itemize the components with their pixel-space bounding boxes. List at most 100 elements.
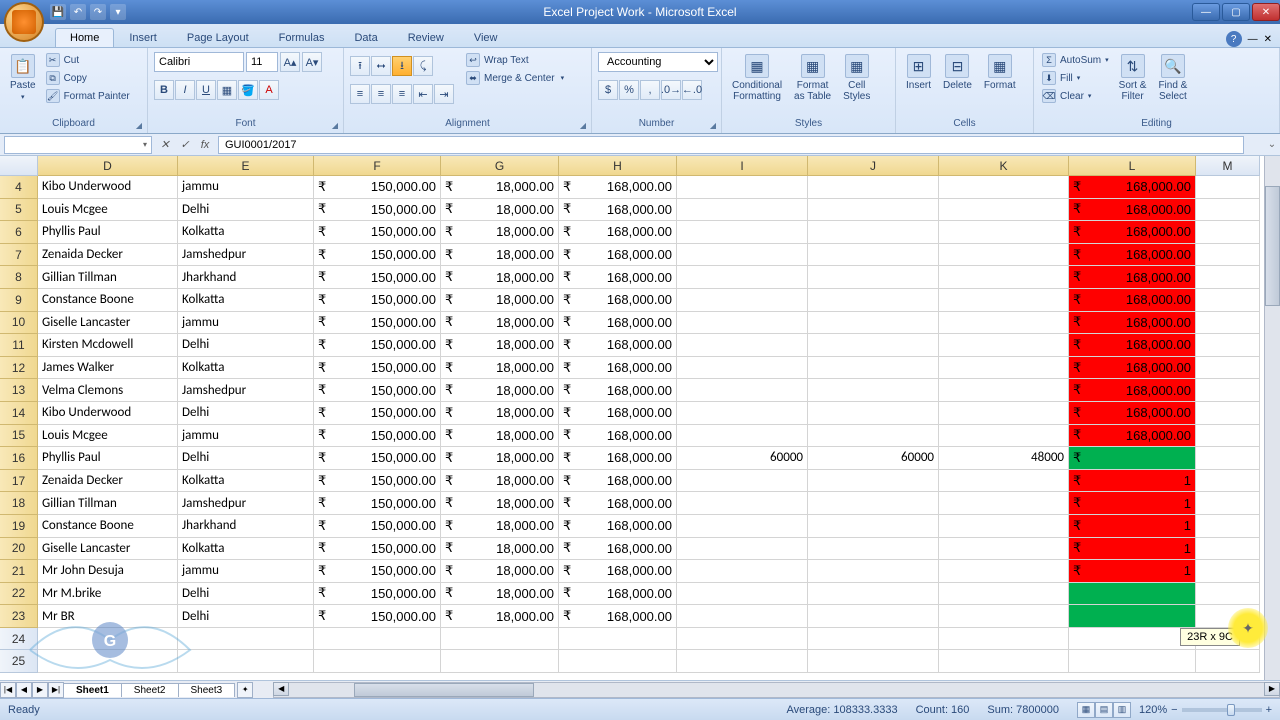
column-header-G[interactable]: G [441, 156, 559, 176]
zoom-out-button[interactable]: − [1171, 704, 1177, 716]
cell[interactable]: ₹150,000.00 [314, 289, 441, 312]
page-break-view-button[interactable]: ▥ [1113, 702, 1131, 718]
maximize-button[interactable]: ▢ [1222, 3, 1250, 21]
vertical-scrollbar[interactable] [1264, 156, 1280, 680]
office-button[interactable] [4, 2, 44, 42]
cell[interactable]: ₹168,000.00 [1069, 266, 1196, 289]
cell[interactable] [314, 650, 441, 673]
cell[interactable] [677, 628, 808, 651]
row-header[interactable]: 11 [0, 334, 38, 357]
cell[interactable]: ₹18,000.00 [441, 425, 559, 448]
cell[interactable] [1196, 470, 1260, 493]
cell[interactable] [1069, 605, 1196, 628]
cell[interactable]: ₹168,000.00 [1069, 176, 1196, 199]
cell[interactable]: Kolkatta [178, 357, 314, 380]
scroll-thumb[interactable] [354, 683, 534, 697]
cell[interactable]: ₹18,000.00 [441, 379, 559, 402]
cell[interactable]: ₹168,000.00 [559, 357, 677, 380]
cell[interactable]: ₹1 [1069, 560, 1196, 583]
wrap-text-button[interactable]: ↩Wrap Text [464, 52, 566, 68]
insert-cells-button[interactable]: ⊞Insert [902, 52, 935, 93]
cell[interactable]: ₹1 [1069, 492, 1196, 515]
column-header-K[interactable]: K [939, 156, 1069, 176]
fill-color-button[interactable]: 🪣 [238, 80, 258, 100]
cell[interactable] [939, 402, 1069, 425]
cell[interactable]: ₹168,000.00 [1069, 221, 1196, 244]
tab-home[interactable]: Home [55, 28, 114, 47]
fill-button[interactable]: ⬇Fill▾ [1040, 70, 1111, 86]
cell[interactable] [939, 244, 1069, 267]
cell[interactable] [939, 289, 1069, 312]
cell[interactable]: ₹1 [1069, 470, 1196, 493]
cell[interactable] [939, 583, 1069, 606]
cell[interactable]: ₹150,000.00 [314, 334, 441, 357]
comma-button[interactable]: , [640, 80, 660, 100]
cell[interactable] [939, 538, 1069, 561]
cell[interactable]: ₹18,000.00 [441, 402, 559, 425]
cell[interactable] [677, 357, 808, 380]
cell[interactable]: jammu [178, 560, 314, 583]
cell[interactable] [677, 334, 808, 357]
cell[interactable]: ₹168,000.00 [559, 538, 677, 561]
font-name-select[interactable] [154, 52, 244, 72]
cell[interactable]: ₹168,000.00 [1069, 357, 1196, 380]
cell[interactable] [808, 244, 939, 267]
new-sheet-button[interactable]: ✦ [237, 682, 253, 698]
cell[interactable]: James Walker [38, 357, 178, 380]
dialog-launcher-icon[interactable]: ◢ [707, 119, 719, 131]
cell[interactable] [677, 650, 808, 673]
cell[interactable]: Delhi [178, 402, 314, 425]
sort-filter-button[interactable]: ⇅Sort & Filter [1115, 52, 1151, 104]
cell[interactable]: ₹18,000.00 [441, 334, 559, 357]
cell[interactable] [1196, 425, 1260, 448]
cell[interactable] [939, 425, 1069, 448]
minimize-ribbon-icon[interactable]: — [1248, 34, 1258, 45]
cell[interactable] [1196, 244, 1260, 267]
next-sheet-button[interactable]: ▶ [32, 682, 48, 698]
cell[interactable]: ₹168,000.00 [1069, 379, 1196, 402]
grow-font-button[interactable]: A▴ [280, 52, 300, 72]
expand-formula-icon[interactable]: ⌄ [1264, 139, 1280, 150]
cell[interactable]: ₹18,000.00 [441, 538, 559, 561]
cell[interactable]: Kirsten Mcdowell [38, 334, 178, 357]
increase-indent-button[interactable]: ⇥ [434, 84, 454, 104]
row-header[interactable]: 20 [0, 538, 38, 561]
sheet-tab-sheet3[interactable]: Sheet3 [178, 683, 236, 697]
cell[interactable] [808, 312, 939, 335]
enter-icon[interactable]: ✓ [176, 136, 194, 154]
column-header-E[interactable]: E [178, 156, 314, 176]
percent-button[interactable]: % [619, 80, 639, 100]
row-header[interactable]: 12 [0, 357, 38, 380]
cell[interactable]: ₹150,000.00 [314, 402, 441, 425]
cell[interactable]: 60000 [808, 447, 939, 470]
cell[interactable]: Gillian Tillman [38, 492, 178, 515]
cell[interactable] [808, 176, 939, 199]
cell[interactable]: Jamshedpur [178, 244, 314, 267]
cell[interactable]: Phyllis Paul [38, 447, 178, 470]
cell[interactable]: Velma Clemons [38, 379, 178, 402]
cell[interactable]: ₹168,000.00 [1069, 289, 1196, 312]
decrease-decimal-button[interactable]: ←.0 [682, 80, 702, 100]
scroll-thumb[interactable] [1265, 186, 1280, 306]
zoom-slider[interactable] [1182, 708, 1262, 712]
cell[interactable] [1196, 289, 1260, 312]
cell[interactable] [1196, 357, 1260, 380]
cell[interactable] [677, 583, 808, 606]
cell[interactable]: Kolkatta [178, 538, 314, 561]
cell[interactable] [939, 221, 1069, 244]
cell[interactable] [939, 628, 1069, 651]
row-header[interactable]: 15 [0, 425, 38, 448]
cell-styles-button[interactable]: ▦Cell Styles [839, 52, 874, 104]
cell[interactable]: ₹18,000.00 [441, 605, 559, 628]
cell[interactable] [1196, 176, 1260, 199]
cell[interactable] [1196, 402, 1260, 425]
cell[interactable]: ₹168,000.00 [1069, 334, 1196, 357]
column-header-H[interactable]: H [559, 156, 677, 176]
font-color-button[interactable]: A [259, 80, 279, 100]
cell[interactable]: ₹150,000.00 [314, 244, 441, 267]
cell[interactable] [677, 402, 808, 425]
cell[interactable]: ₹168,000.00 [1069, 402, 1196, 425]
row-header[interactable]: 18 [0, 492, 38, 515]
cell[interactable]: ₹168,000.00 [559, 176, 677, 199]
cell[interactable]: ₹168,000.00 [559, 334, 677, 357]
